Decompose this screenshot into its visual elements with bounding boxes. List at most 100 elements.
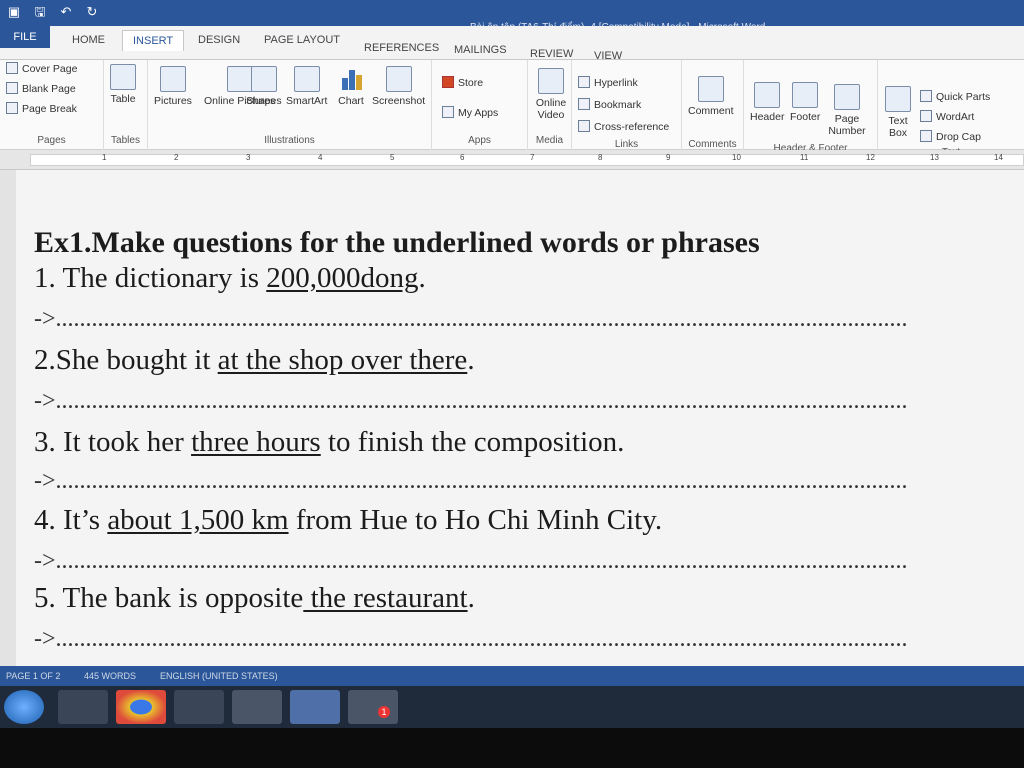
group-label-apps: Apps bbox=[468, 135, 491, 146]
online-video-button[interactable]: Online Video bbox=[532, 68, 570, 121]
question-3[interactable]: 3. It took her three hours to finish the… bbox=[34, 426, 624, 459]
word-icon[interactable]: ▣ bbox=[6, 4, 22, 20]
ruler-number: 4 bbox=[318, 153, 323, 162]
ruler-number: 14 bbox=[994, 153, 1003, 162]
document-page[interactable]: Ex1.Make questions for the underlined wo… bbox=[16, 170, 1024, 666]
underlined-phrase: about 1,500 km bbox=[107, 504, 289, 536]
bookmark-icon bbox=[578, 98, 590, 110]
word-taskbar-icon[interactable] bbox=[290, 690, 340, 724]
my-apps-icon bbox=[442, 106, 454, 118]
document-area: Ex1.Make questions for the underlined wo… bbox=[0, 170, 1024, 666]
undo-icon[interactable]: ↶ bbox=[58, 4, 74, 20]
notification-badge: 1 bbox=[378, 706, 390, 718]
wordart-icon bbox=[920, 110, 932, 122]
shapes-icon bbox=[250, 66, 277, 92]
tab-design[interactable]: DESIGN bbox=[198, 34, 240, 46]
quick-parts-button[interactable]: Quick Parts bbox=[920, 90, 990, 103]
group-label-tables: Tables bbox=[111, 135, 140, 146]
tab-mailings[interactable]: MAILINGS bbox=[454, 44, 507, 56]
quick-access-toolbar: ▣ 🖫 ↶ ↻ bbox=[6, 4, 100, 20]
table-button[interactable]: Table bbox=[110, 64, 136, 105]
group-media: Online Video Media bbox=[528, 60, 572, 150]
screenshot-icon bbox=[385, 66, 412, 92]
zalo-icon[interactable]: 1 bbox=[348, 690, 398, 724]
ruler-number: 5 bbox=[390, 153, 395, 162]
taskbar: 1 bbox=[0, 686, 1024, 728]
chrome-icon[interactable] bbox=[116, 690, 166, 724]
comment-button[interactable]: Comment bbox=[688, 76, 734, 117]
language-indicator[interactable]: ENGLISH (UNITED STATES) bbox=[160, 671, 278, 681]
drop-cap-icon bbox=[920, 130, 932, 142]
app-icon[interactable] bbox=[232, 690, 282, 724]
footer-button[interactable]: Footer bbox=[790, 82, 820, 123]
exercise-heading[interactable]: Ex1.Make questions for the underlined wo… bbox=[34, 226, 760, 260]
ribbon-tabs: FILE HOME INSERT DESIGN PAGE LAYOUT REFE… bbox=[0, 26, 1024, 62]
tab-page-layout[interactable]: PAGE LAYOUT bbox=[264, 34, 340, 46]
store-button[interactable]: Store bbox=[442, 76, 483, 89]
quick-parts-icon bbox=[920, 90, 932, 102]
page-number-button[interactable]: Page Number bbox=[824, 84, 870, 137]
ruler-number: 8 bbox=[598, 153, 603, 162]
cross-reference-icon bbox=[578, 120, 590, 132]
answer-line-4[interactable]: ->......................................… bbox=[34, 548, 908, 575]
answer-line-3[interactable]: ->......................................… bbox=[34, 468, 908, 495]
question-2[interactable]: 2.She bought it at the shop over there. bbox=[34, 344, 475, 377]
question-5[interactable]: 5. The bank is opposite the restaurant. bbox=[34, 582, 475, 615]
smartart-button[interactable]: SmartArt bbox=[286, 66, 327, 107]
underlined-phrase: at the shop over there bbox=[217, 344, 468, 376]
hyperlink-icon bbox=[578, 76, 590, 88]
page-number-icon bbox=[834, 84, 860, 110]
group-tables: Table Tables bbox=[104, 60, 148, 150]
tab-review[interactable]: REVIEW bbox=[530, 48, 573, 60]
chart-button[interactable]: Chart bbox=[338, 66, 364, 107]
group-header-footer: Header Footer Page Number Header & Foote… bbox=[744, 60, 878, 154]
group-label-media: Media bbox=[535, 135, 564, 146]
media-player-icon[interactable] bbox=[174, 690, 224, 724]
screenshot-button[interactable]: Screenshot bbox=[372, 66, 425, 107]
wordart-button[interactable]: WordArt bbox=[920, 110, 974, 123]
comment-icon bbox=[697, 76, 724, 102]
ruler-number: 12 bbox=[866, 153, 875, 162]
header-button[interactable]: Header bbox=[750, 82, 784, 123]
save-icon[interactable]: 🖫 bbox=[32, 4, 48, 20]
my-apps-button[interactable]: My Apps bbox=[442, 106, 498, 119]
cross-reference-button[interactable]: Cross-reference bbox=[578, 120, 669, 133]
text-box-button[interactable]: Text Box bbox=[882, 86, 914, 139]
word-count[interactable]: 445 WORDS bbox=[84, 671, 136, 681]
cover-page-button[interactable]: Cover Page bbox=[6, 62, 77, 75]
bookmark-button[interactable]: Bookmark bbox=[578, 98, 641, 111]
group-links: Hyperlink Bookmark Cross-reference Links bbox=[572, 60, 682, 150]
answer-line-1[interactable]: ->......................................… bbox=[34, 306, 908, 333]
ruler-number: 3 bbox=[246, 153, 251, 162]
file-explorer-icon[interactable] bbox=[58, 690, 108, 724]
page-break-icon bbox=[6, 102, 18, 114]
monitor-bezel bbox=[0, 728, 1024, 768]
tab-insert[interactable]: INSERT bbox=[122, 30, 185, 51]
drop-cap-button[interactable]: Drop Cap bbox=[920, 130, 981, 143]
tab-file[interactable]: FILE bbox=[0, 26, 50, 48]
ruler-number: 11 bbox=[800, 153, 809, 162]
page-count[interactable]: PAGE 1 OF 2 bbox=[6, 671, 60, 681]
answer-line-5[interactable]: ->......................................… bbox=[34, 626, 908, 653]
shapes-button[interactable]: Shapes bbox=[246, 66, 282, 107]
pictures-button[interactable]: Pictures bbox=[154, 66, 192, 107]
blank-page-button[interactable]: Blank Page bbox=[6, 82, 76, 95]
question-4[interactable]: 4. It’s about 1,500 km from Hue to Ho Ch… bbox=[34, 504, 662, 537]
hyperlink-button[interactable]: Hyperlink bbox=[578, 76, 638, 89]
tab-home[interactable]: HOME bbox=[72, 34, 105, 46]
store-icon bbox=[442, 76, 454, 88]
question-1[interactable]: 1. The dictionary is 200,000dong. bbox=[34, 262, 426, 295]
ruler-number: 13 bbox=[930, 153, 939, 162]
group-label-pages: Pages bbox=[37, 135, 66, 146]
horizontal-ruler[interactable]: 1 2 3 4 5 6 7 8 9 10 11 12 13 14 bbox=[0, 150, 1024, 170]
answer-line-2[interactable]: ->......................................… bbox=[34, 388, 908, 415]
ruler-number: 2 bbox=[174, 153, 179, 162]
page-break-button[interactable]: Page Break bbox=[6, 102, 77, 115]
blank-page-icon bbox=[6, 82, 18, 94]
start-button[interactable] bbox=[4, 690, 44, 724]
ruler-number: 1 bbox=[102, 153, 107, 162]
tab-references[interactable]: REFERENCES bbox=[364, 42, 439, 54]
redo-icon[interactable]: ↻ bbox=[84, 4, 100, 20]
video-icon bbox=[538, 68, 564, 94]
group-label-comments: Comments bbox=[688, 139, 737, 150]
